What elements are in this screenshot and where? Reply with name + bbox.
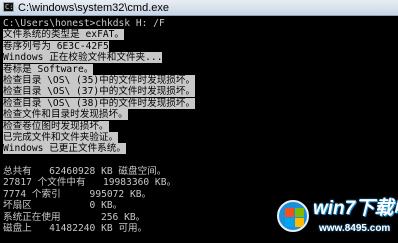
selected-text: 检查目录 \OS\ (38)中的文件时发现损坏。 <box>3 97 196 109</box>
selected-text: 检查文件和目录时发现损坏。 <box>3 109 128 121</box>
selected-text: Windows 正在校验文件和文件夹... <box>3 52 163 64</box>
console-line: C:\Users\honest>chkdsk H: /F <box>3 18 165 29</box>
selected-text: 检查目录 \OS\ (37)中的文件时发现损坏。 <box>3 86 196 98</box>
watermark-url: www.8495.com <box>319 223 391 234</box>
selected-text: 检查目录 \OS\ (35)中的文件时发现损坏。 <box>3 74 196 86</box>
selected-text: 文件系统的类型是 exFAT。 <box>3 29 124 41</box>
console-line: 文件系统的类型是 exFAT。 <box>3 29 393 41</box>
selected-text: 检查卷位图时发现损坏。 <box>3 120 109 132</box>
windows-logo-icon <box>277 200 309 232</box>
console-line: 卷序列号为 6E3C-42F5 <box>3 40 393 52</box>
selected-text: 卷标是 Software。 <box>3 63 94 75</box>
console-line: Windows 已更正文件系统。 <box>3 143 393 155</box>
console-line: 检查目录 \OS\ (35)中的文件时发现损坏。 <box>3 74 393 86</box>
selected-text: 已完成文件和文件夹验证。 <box>3 131 119 143</box>
console-line: 总共有 62460928 KB 磁盘空间。 <box>3 166 167 178</box>
console-line: 检查文件和目录时发现损坏。 <box>3 109 393 121</box>
console-line: 检查目录 \OS\ (37)中的文件时发现损坏。 <box>3 86 393 98</box>
selected-text: Windows 已更正文件系统。 <box>3 143 126 155</box>
window-title: C:\windows\system32\cmd.exe <box>18 2 169 14</box>
console-line: 检查卷位图时发现损坏。 <box>3 120 393 132</box>
selected-text: 卷序列号为 6E3C-42F5 <box>3 40 109 52</box>
console-line: Windows 正在校验文件和文件夹... <box>3 52 393 64</box>
watermark-brand: win7下载吧 <box>313 198 398 219</box>
watermark: win7下载吧 www.8495.com <box>275 196 398 241</box>
console-line: 27817 个文件中有 19983360 KB。 <box>3 177 177 189</box>
console-line: 检查目录 \OS\ (38)中的文件时发现损坏。 <box>3 97 393 109</box>
console-line: 已完成文件和文件夹验证。 <box>3 131 393 143</box>
window-titlebar[interactable]: C:\ C:\windows\system32\cmd.exe <box>0 0 398 16</box>
cmd-icon: C:\ <box>3 2 18 12</box>
console-line: 卷标是 Software。 <box>3 63 393 75</box>
